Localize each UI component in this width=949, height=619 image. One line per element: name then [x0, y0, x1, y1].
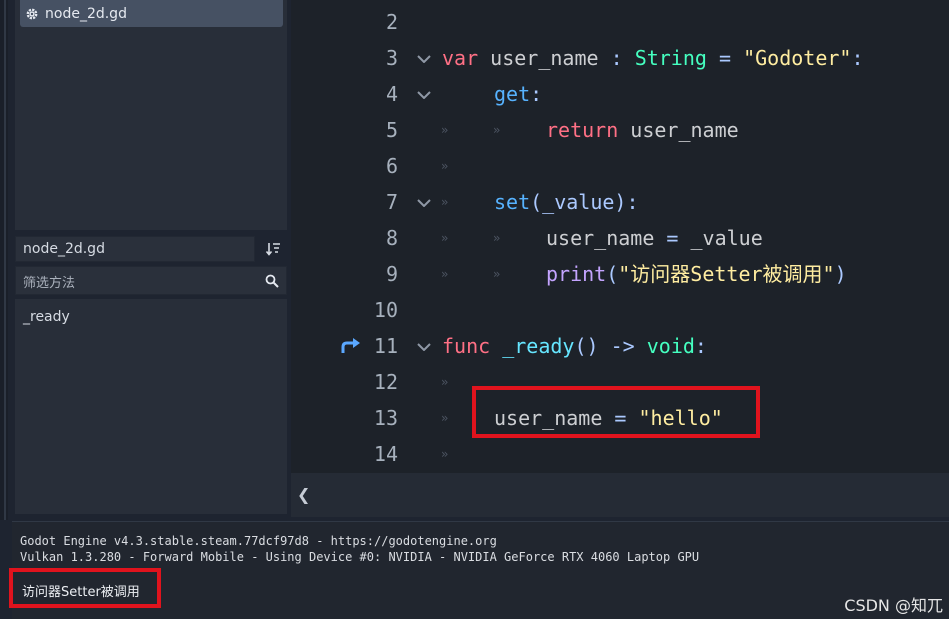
sort-button[interactable]	[259, 236, 287, 262]
code-text: return user_name	[546, 118, 739, 142]
line-number: 3	[385, 46, 398, 70]
highlight-box-output	[9, 568, 161, 608]
code-text: get:	[494, 82, 543, 106]
output-line: Vulkan 1.3.280 - Forward Mobile - Using …	[20, 550, 700, 564]
filter-placeholder: 筛选方法	[23, 276, 76, 291]
line-number: 8	[385, 226, 398, 250]
line-number: 5	[385, 118, 398, 142]
tab-marker: »	[441, 375, 449, 389]
output-line: Godot Engine v4.3.stable.steam.77dcf97d8…	[20, 534, 497, 548]
code-line: 8 » » user_name = _value	[291, 220, 949, 256]
fold-arrow-icon[interactable]	[417, 55, 431, 63]
code-line: 9 » » print("访问器Setter被调用")	[291, 256, 949, 292]
code-line: 14 »	[291, 436, 949, 472]
gear-icon	[24, 6, 40, 22]
line-number: 4	[385, 82, 398, 106]
code-text: var user_name : String = "Godoter":	[442, 46, 864, 70]
highlight-box-code	[472, 386, 760, 438]
watermark: CSDN @知兀	[844, 596, 943, 615]
method-item-ready[interactable]: _ready	[23, 309, 70, 325]
file-name-field[interactable]: node_2d.gd	[15, 236, 255, 262]
line-number: 11	[373, 334, 398, 358]
tab-marker: »	[441, 267, 449, 281]
code-line: 7 » set(_value):	[291, 184, 949, 220]
editor-status-bar: ❮	[291, 473, 949, 517]
script-item-label: node_2d.gd	[45, 5, 127, 22]
tab-marker: »	[441, 159, 449, 173]
line-number: 9	[385, 262, 398, 286]
line-number: 12	[373, 370, 398, 394]
tab-marker: »	[441, 123, 449, 137]
code-line: 4 get:	[291, 76, 949, 112]
tab-marker: »	[493, 123, 501, 137]
left-edge-divider	[4, 0, 6, 520]
search-icon	[265, 274, 279, 288]
code-text: set(_value):	[494, 190, 639, 214]
tab-marker: »	[493, 231, 501, 245]
line-number: 6	[385, 154, 398, 178]
line-number: 13	[373, 406, 398, 430]
sort-icon	[265, 243, 280, 256]
chevron-left-icon[interactable]: ❮	[297, 485, 310, 504]
method-list-panel: _ready	[15, 299, 287, 514]
filter-methods-input[interactable]: 筛选方法	[15, 266, 287, 295]
code-line: 5 » » return user_name	[291, 112, 949, 148]
tab-marker: »	[441, 411, 449, 425]
line-number: 14	[373, 442, 398, 466]
code-line: 6 »	[291, 148, 949, 184]
tab-marker: »	[441, 447, 449, 461]
tab-marker: »	[441, 231, 449, 245]
code-text: func _ready() -> void:	[442, 334, 707, 358]
code-text: user_name = _value	[546, 226, 763, 250]
line-number: 10	[373, 298, 398, 322]
code-line: 10	[291, 292, 949, 328]
line-number: 7	[385, 190, 398, 214]
script-item-node-2d[interactable]: node_2d.gd	[20, 0, 283, 27]
code-line: 3 var user_name : String = "Godoter":	[291, 40, 949, 76]
tab-marker: »	[441, 195, 449, 209]
code-line: 11 func _ready() -> void:	[291, 328, 949, 364]
script-list-panel	[15, 0, 287, 230]
code-text: print("访问器Setter被调用")	[546, 262, 847, 286]
tab-marker: »	[493, 267, 501, 281]
code-line: 2	[291, 4, 949, 40]
fold-arrow-icon[interactable]	[417, 91, 431, 99]
fold-arrow-icon[interactable]	[417, 343, 431, 351]
fold-arrow-icon[interactable]	[417, 199, 431, 207]
line-number: 2	[385, 10, 398, 34]
